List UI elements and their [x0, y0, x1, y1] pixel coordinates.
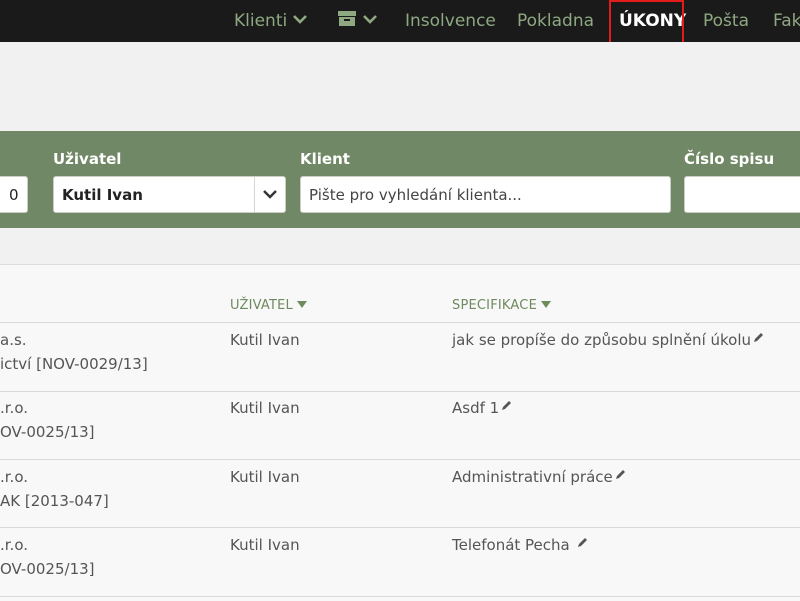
client-filter-label: Klient	[300, 150, 350, 168]
nav-item-pokladna[interactable]: Pokladna	[517, 0, 594, 42]
row-1-user: Kutil Ivan	[230, 331, 300, 349]
nav-item-label: Klienti	[234, 11, 288, 31]
user-select-toggle[interactable]	[254, 177, 285, 212]
row-2-user: Kutil Ivan	[230, 399, 300, 417]
results-table	[0, 264, 800, 601]
column-header-label: SPECIFIKACE	[452, 298, 537, 313]
row-3-user: Kutil Ivan	[230, 468, 300, 486]
column-header-user[interactable]: UŽIVATEL	[230, 298, 307, 313]
row-3-spec-text: Administrativní práce	[452, 468, 613, 486]
top-nav: Klienti Insolvence Pokladna ÚKONY Pošta …	[0, 0, 800, 42]
client-search-field[interactable]	[300, 176, 671, 213]
file-number-input[interactable]	[685, 177, 800, 212]
client-search-input[interactable]	[301, 177, 670, 212]
nav-item-klienti[interactable]: Klienti	[234, 0, 308, 42]
nav-item-insolvence[interactable]: Insolvence	[405, 0, 496, 42]
pencil-icon[interactable]	[501, 400, 512, 411]
row-2-client-line1: .r.o.	[0, 399, 29, 417]
row-4-spec[interactable]: Telefonát Pecha	[452, 536, 588, 554]
row-divider	[0, 459, 800, 460]
nav-item-fak[interactable]: Fak	[773, 0, 800, 42]
column-header-spec[interactable]: SPECIFIKACE	[452, 298, 551, 313]
user-select-value: Kutil Ivan	[62, 186, 143, 204]
row-3-client-line1: .r.o.	[0, 468, 29, 486]
row-1-client-line2: ictví [NOV-0029/13]	[0, 355, 148, 373]
row-2-client-line2: OV-0025/13]	[0, 423, 95, 441]
archive-box-icon	[338, 10, 356, 26]
row-2-spec[interactable]: Asdf 1	[452, 399, 512, 417]
chevron-down-icon	[293, 14, 308, 24]
row-1-client-line1: a.s.	[0, 331, 27, 349]
sort-down-icon	[540, 300, 551, 308]
file-number-field[interactable]	[684, 176, 800, 213]
nav-item-archive[interactable]	[337, 0, 377, 42]
file-number-label: Číslo spisu	[684, 150, 775, 168]
row-4-user: Kutil Ivan	[230, 536, 300, 554]
chevron-down-icon	[363, 14, 377, 24]
row-divider	[0, 596, 800, 597]
row-2-spec-text: Asdf 1	[452, 399, 500, 417]
row-divider	[0, 322, 800, 323]
row-divider	[0, 527, 800, 528]
chevron-down-icon	[263, 190, 277, 199]
row-4-client-line2: OV-0025/13]	[0, 560, 95, 578]
row-1-spec-text: jak se propíše do způsobu splnění úkolu	[452, 331, 752, 349]
pencil-icon[interactable]	[753, 332, 764, 343]
row-divider	[0, 391, 800, 392]
row-1-spec[interactable]: jak se propíše do způsobu splnění úkolu	[452, 331, 764, 349]
row-3-spec[interactable]: Administrativní práce	[452, 468, 626, 486]
row-4-spec-text: Telefonát Pecha	[452, 536, 570, 554]
pencil-icon[interactable]	[577, 537, 588, 548]
left-filter-value: 0	[9, 186, 19, 204]
row-3-client-line2: AK [2013-047]	[0, 492, 109, 510]
nav-item-posta[interactable]: Pošta	[703, 0, 749, 42]
sort-down-icon	[296, 300, 307, 308]
user-filter-label: Uživatel	[53, 150, 122, 168]
column-header-label: UŽIVATEL	[230, 298, 293, 313]
user-select[interactable]: Kutil Ivan	[53, 176, 286, 213]
active-nav-highlight	[609, 0, 684, 42]
row-4-client-line1: .r.o.	[0, 536, 29, 554]
left-filter-input[interactable]: 0	[0, 176, 28, 213]
pencil-icon[interactable]	[615, 469, 626, 480]
